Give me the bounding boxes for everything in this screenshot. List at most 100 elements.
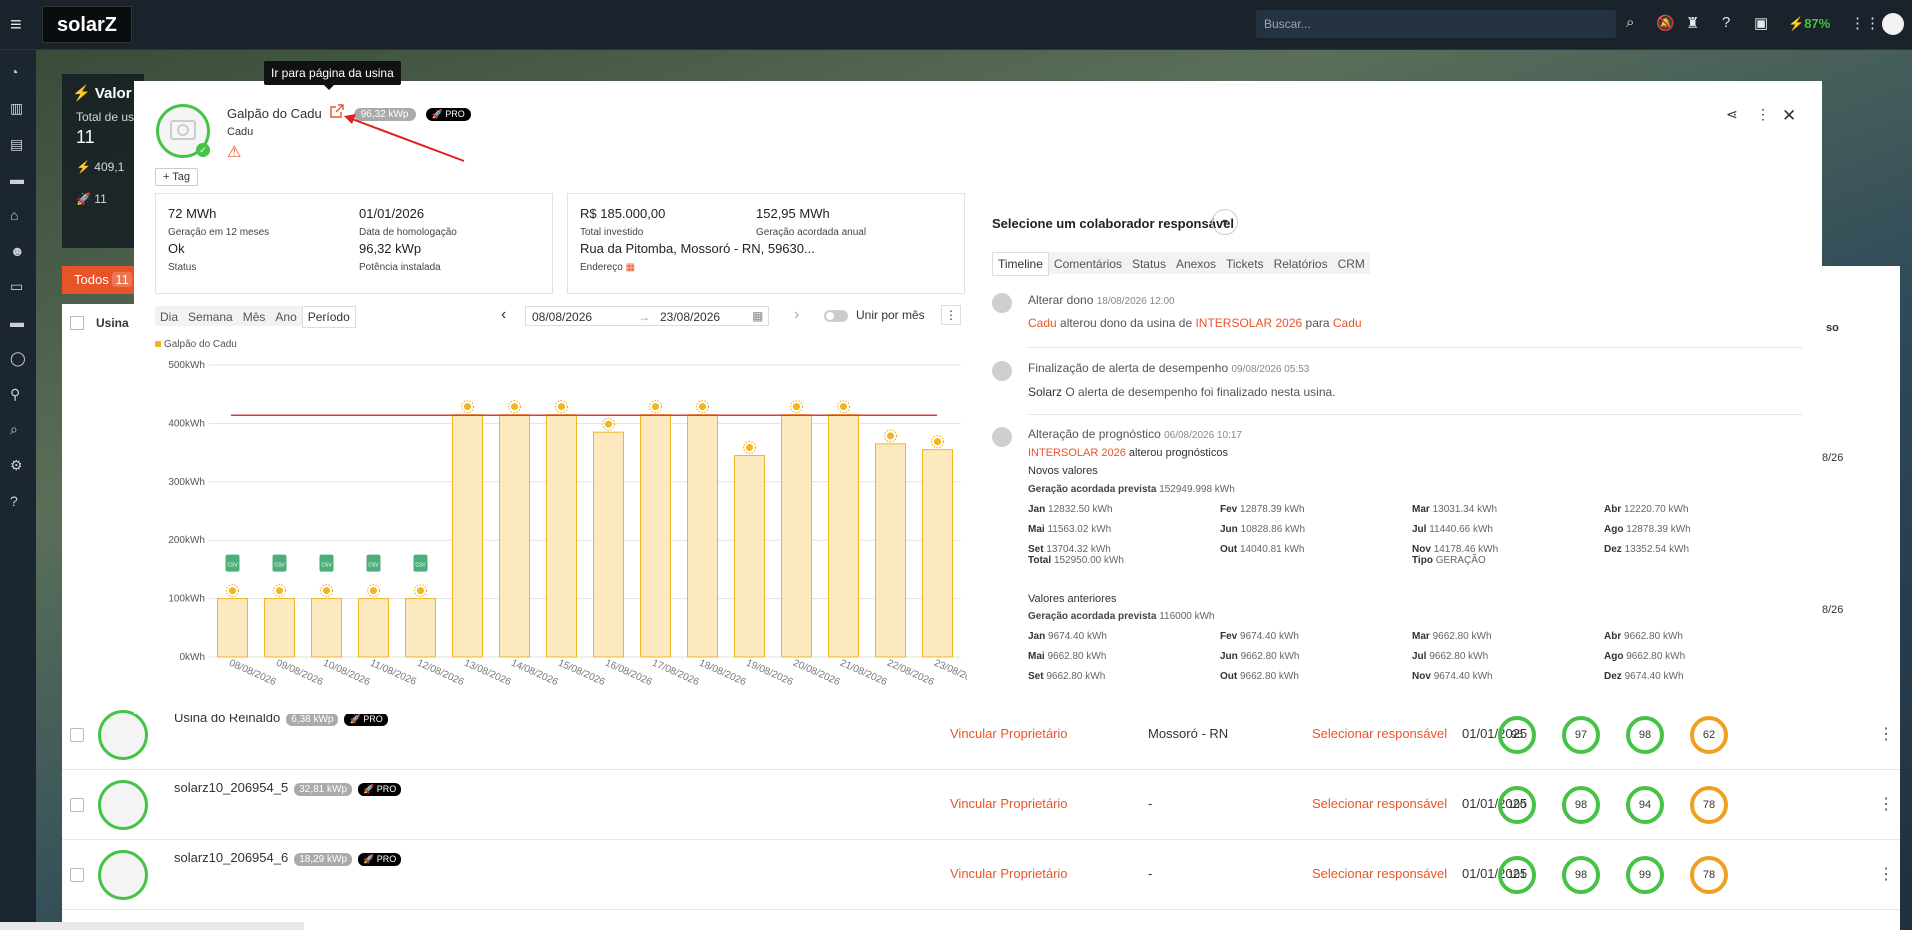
- activity-tab[interactable]: Tickets: [1221, 253, 1269, 275]
- date-range-input[interactable]: 08/08/2026 → 23/08/2026 ▦: [525, 306, 769, 326]
- actor-link[interactable]: Cadu: [1028, 316, 1057, 330]
- row-menu-icon[interactable]: ⋮: [1878, 724, 1894, 744]
- from-link[interactable]: INTERSOLAR 2026: [1195, 316, 1302, 330]
- month-kwh: 9662.80 kWh: [1429, 651, 1489, 662]
- search-icon[interactable]: ⌕: [1626, 14, 1634, 31]
- table-row[interactable]: solarz10_206954_5 32,81 kWp 🚀 PRO Vincular …: [62, 770, 1900, 840]
- plant-name-text[interactable]: solarz10_206954_6: [174, 850, 288, 865]
- settings-icon[interactable]: ⚙: [10, 457, 23, 474]
- month-kwh: 9662.80 kWh: [1240, 671, 1299, 682]
- help-icon[interactable]: ?: [1722, 14, 1730, 31]
- select-responsible-link[interactable]: Selecionar responsável: [1312, 866, 1447, 881]
- activity-tab[interactable]: Comentários: [1049, 253, 1127, 275]
- map-icon[interactable]: ▦: [626, 262, 635, 273]
- summary-title-text: Valor: [94, 85, 132, 102]
- merge-month-toggle[interactable]: [824, 310, 848, 322]
- home-icon[interactable]: ⌂: [10, 207, 18, 223]
- chevron-down-icon[interactable]: ▼: [1212, 209, 1238, 235]
- whatsapp-icon[interactable]: ◯: [10, 350, 26, 367]
- dashboard-icon[interactable]: ◔: [10, 64, 18, 80]
- add-tag-button[interactable]: + Tag: [155, 168, 199, 186]
- month-value: Set 13704.32 kWh: [1028, 544, 1111, 555]
- apps-grid-icon[interactable]: ⋮⋮: [1850, 14, 1880, 32]
- month-kwh: 9662.80 kWh: [1046, 671, 1106, 682]
- timeline-time: 09/08/2026 05:53: [1231, 364, 1310, 375]
- avatar[interactable]: [1882, 13, 1904, 35]
- month-label: Jun: [1220, 524, 1238, 535]
- bar: [640, 414, 671, 658]
- chart-options-button[interactable]: ⋮: [941, 305, 961, 325]
- row-menu-icon[interactable]: ⋮: [1878, 794, 1894, 814]
- user-icon[interactable]: ☻: [10, 243, 25, 259]
- select-responsible-link[interactable]: Selecionar responsável: [1312, 796, 1447, 811]
- warning-icon[interactable]: ⚠: [227, 142, 241, 162]
- plug-icon[interactable]: ⚲: [10, 386, 20, 403]
- clipboard-icon[interactable]: ▣: [1754, 14, 1768, 32]
- status-bar: [0, 922, 304, 930]
- new-total: Total 152950.00 kWh: [1028, 555, 1124, 566]
- plant-name-text[interactable]: solarz10_206954_5: [174, 780, 288, 795]
- list-left-strip: Usina: [62, 304, 134, 700]
- activity-tab[interactable]: Relatórios: [1269, 253, 1333, 275]
- total-value: 152950.00 kWh: [1053, 555, 1124, 566]
- kwp-badge: 6,38 kWp: [286, 713, 339, 726]
- row-checkbox[interactable]: [70, 798, 84, 812]
- bar: [217, 598, 248, 658]
- month-label: Mar: [1412, 631, 1430, 642]
- activity-tab[interactable]: Timeline: [992, 252, 1049, 276]
- link-owner-link[interactable]: Vincular Proprietário: [950, 726, 1068, 741]
- link-owner-link[interactable]: Vincular Proprietário: [950, 866, 1068, 881]
- summary-label: Total de us: [76, 110, 135, 124]
- menu-icon[interactable]: ≡: [10, 14, 22, 37]
- to-link[interactable]: Cadu: [1333, 316, 1362, 330]
- row-checkbox[interactable]: [70, 728, 84, 742]
- select-all-checkbox[interactable]: [70, 316, 84, 330]
- help-icon[interactable]: ?: [10, 493, 18, 509]
- plant-name[interactable]: solarz10_206954_5 32,81 kWp 🚀 PRO: [174, 780, 402, 796]
- plant-name[interactable]: solarz10_206954_6 18,29 kWp 🚀 PRO: [174, 850, 402, 866]
- actor-link[interactable]: INTERSOLAR 2026: [1028, 447, 1126, 459]
- select-responsible-link[interactable]: Selecionar responsável: [1312, 726, 1447, 741]
- month-kwh: 11563.02 kWh: [1047, 524, 1112, 535]
- notifications-off-icon[interactable]: 🔕: [1656, 14, 1675, 32]
- merge-month-label: Unir por mês: [856, 308, 925, 322]
- user-support-icon[interactable]: ♜: [1686, 14, 1699, 32]
- period-tab[interactable]: Dia: [155, 307, 183, 327]
- tab-todos[interactable]: Todos 11: [62, 266, 142, 294]
- sun-icon: [652, 403, 659, 411]
- search-plant-icon[interactable]: ⌕: [10, 421, 18, 438]
- month-kwh: 12878.39 kWh: [1626, 524, 1691, 535]
- document-icon[interactable]: ▤: [10, 136, 23, 153]
- money-icon[interactable]: ▬: [10, 171, 24, 187]
- prev-period-icon[interactable]: ‹: [501, 306, 506, 324]
- row-menu-icon[interactable]: ⋮: [1878, 864, 1894, 884]
- y-tick-label: 0kWh: [179, 652, 205, 663]
- activity-tab[interactable]: Anexos: [1171, 253, 1221, 275]
- period-tab[interactable]: Ano: [270, 307, 301, 327]
- logo[interactable]: solarZ: [42, 6, 132, 43]
- card-icon[interactable]: ▭: [10, 278, 23, 295]
- sun-icon: [229, 587, 236, 595]
- wallet-icon[interactable]: ▬: [10, 314, 24, 330]
- period-tab[interactable]: Mês: [238, 307, 271, 327]
- start-date[interactable]: 08/08/2026: [532, 310, 592, 324]
- check-icon: ✓: [196, 143, 210, 157]
- power-value: 96,32 kWp: [359, 241, 422, 256]
- row-checkbox[interactable]: [70, 868, 84, 882]
- activity-tab[interactable]: Status: [1127, 253, 1171, 275]
- activity-tab[interactable]: CRM: [1333, 253, 1370, 275]
- external-link-icon[interactable]: [330, 104, 344, 118]
- columns-icon[interactable]: ▥: [10, 100, 23, 117]
- table-row[interactable]: solarz10_206954_6 18,29 kWp 🚀 PRO Vincular …: [62, 840, 1900, 910]
- month-value: Mar 13031.34 kWh: [1412, 504, 1497, 515]
- calendar-icon[interactable]: ▦: [752, 309, 763, 323]
- month-value: Mar 9662.80 kWh: [1412, 631, 1492, 642]
- period-tab[interactable]: Semana: [183, 307, 238, 327]
- end-date[interactable]: 23/08/2026: [660, 310, 720, 324]
- link-owner-link[interactable]: Vincular Proprietário: [950, 796, 1068, 811]
- desc-text: alterou dono da usina de: [1056, 316, 1196, 330]
- next-period-icon[interactable]: ›: [794, 306, 799, 324]
- period-tab[interactable]: Período: [301, 306, 356, 328]
- summary-card: ⚡ Valor Total de us 11 ⚡ 409,1 🚀 11: [62, 74, 144, 248]
- search-input[interactable]: Buscar...: [1256, 10, 1616, 38]
